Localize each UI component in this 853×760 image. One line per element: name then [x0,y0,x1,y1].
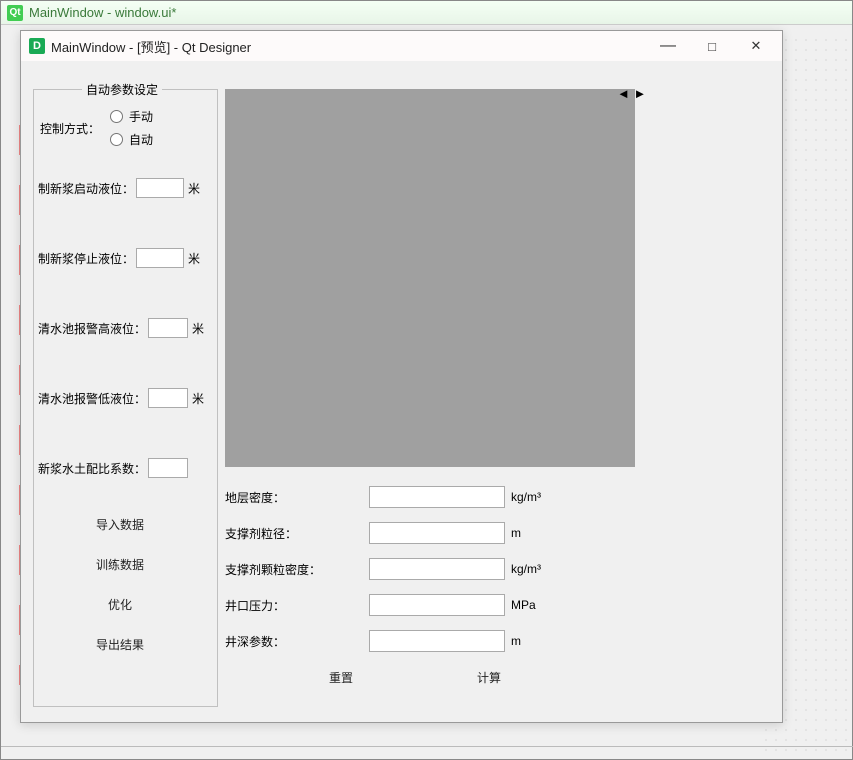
reset-button[interactable]: 重置 [329,669,353,686]
form-row-well-depth: 井深参数： m [225,623,635,659]
form-input-particle-size[interactable] [369,522,505,544]
form-input-density[interactable] [369,486,505,508]
calculate-button[interactable]: 计算 [477,669,501,686]
control-mode-row: 控制方式： 手动 自动 [40,108,153,148]
form-unit-density: kg/m³ [511,490,541,504]
preview-window-title: MainWindow - [预览] - Qt Designer [51,37,646,56]
radio-manual-input[interactable] [110,110,123,123]
param-start-level-label: 制新浆启动液位： [38,180,134,197]
form-area: 地层密度： kg/m³ 支撑剂粒径： m 支撑剂颗粒密度： kg/m³ 井口压力… [225,479,635,686]
export-result-button[interactable]: 导出结果 [96,636,144,653]
param-alarm-low-label: 清水池报警低液位： [38,390,146,407]
resize-handle-icon[interactable]: ◄ ► [617,86,646,101]
param-ratio-input[interactable] [148,458,188,478]
param-stop-level-unit: 米 [188,250,200,267]
outer-titlebar: Qt MainWindow - window.ui* [1,1,852,25]
form-row-density: 地层密度： kg/m³ [225,479,635,515]
preview-titlebar[interactable]: D MainWindow - [预览] - Qt Designer — □ ✕ [21,31,782,61]
radio-manual-label: 手动 [129,108,153,125]
param-start-level-unit: 米 [188,180,200,197]
form-unit-well-depth: m [511,634,521,648]
radio-auto-label: 自动 [129,131,153,148]
param-alarm-low-unit: 米 [192,390,204,407]
form-label-well-depth: 井深参数： [225,633,369,650]
minimize-button[interactable]: — [646,32,690,60]
param-alarm-low-row: 清水池报警低液位： 米 [38,388,204,408]
bottom-divider [1,746,853,747]
radio-manual[interactable]: 手动 [110,108,153,125]
graphics-view [225,89,635,467]
form-button-row: 重置 计算 [225,669,635,686]
outer-window-title: MainWindow - window.ui* [29,5,176,20]
form-label-wellhead-pressure: 井口压力： [225,597,369,614]
import-data-button[interactable]: 导入数据 [96,516,144,533]
optimize-button[interactable]: 优化 [108,596,132,613]
param-alarm-high-unit: 米 [192,320,204,337]
param-stop-level-row: 制新浆停止液位： 米 [38,248,200,268]
control-mode-label: 控制方式： [40,120,100,137]
form-row-particle-density: 支撑剂颗粒密度： kg/m³ [225,551,635,587]
designer-app-icon: D [29,38,45,54]
preview-window: D MainWindow - [预览] - Qt Designer — □ ✕ … [20,30,783,723]
form-label-particle-size: 支撑剂粒径： [225,525,369,542]
param-alarm-high-label: 清水池报警高液位： [38,320,146,337]
param-start-level-row: 制新浆启动液位： 米 [38,178,200,198]
groupbox-title: 自动参数设定 [82,81,162,98]
form-unit-particle-size: m [511,526,521,540]
auto-params-groupbox: 自动参数设定 控制方式： 手动 自动 制新浆启动液位： 米 [33,89,218,707]
window-controls: — □ ✕ [646,32,778,60]
param-start-level-input[interactable] [136,178,184,198]
form-row-particle-size: 支撑剂粒径： m [225,515,635,551]
form-unit-particle-density: kg/m³ [511,562,541,576]
form-row-wellhead-pressure: 井口压力： MPa [225,587,635,623]
param-alarm-high-input[interactable] [148,318,188,338]
form-label-particle-density: 支撑剂颗粒密度： [225,561,369,578]
form-input-well-depth[interactable] [369,630,505,652]
param-ratio-label: 新浆水土配比系数： [38,460,146,477]
param-stop-level-input[interactable] [136,248,184,268]
param-alarm-high-row: 清水池报警高液位： 米 [38,318,204,338]
train-data-button[interactable]: 训练数据 [96,556,144,573]
form-label-density: 地层密度： [225,489,369,506]
form-input-wellhead-pressure[interactable] [369,594,505,616]
form-unit-wellhead-pressure: MPa [511,598,536,612]
form-input-particle-density[interactable] [369,558,505,580]
radio-auto[interactable]: 自动 [110,131,153,148]
radio-auto-input[interactable] [110,133,123,146]
param-ratio-row: 新浆水土配比系数： [38,458,188,478]
maximize-button[interactable]: □ [690,32,734,60]
qt-logo-icon: Qt [7,5,23,21]
close-button[interactable]: ✕ [734,32,778,60]
param-stop-level-label: 制新浆停止液位： [38,250,134,267]
control-mode-radio-group: 手动 自动 [110,108,153,148]
preview-body: 自动参数设定 控制方式： 手动 自动 制新浆启动液位： 米 [21,61,782,722]
param-alarm-low-input[interactable] [148,388,188,408]
